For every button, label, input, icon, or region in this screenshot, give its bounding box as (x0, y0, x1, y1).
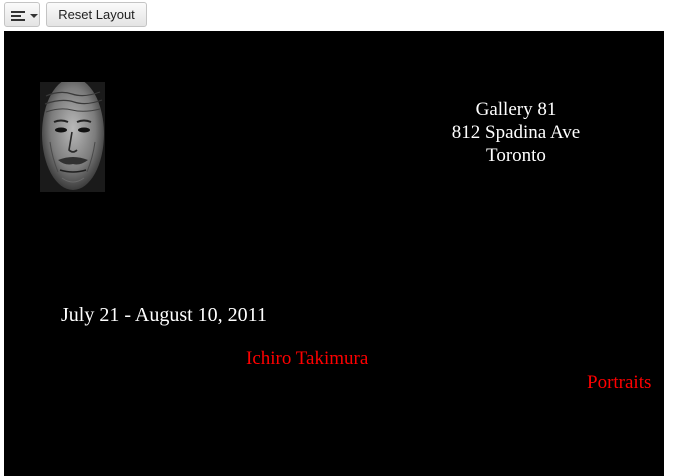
exhibition-dates: July 21 - August 10, 2011 (61, 304, 267, 326)
portrait-photo[interactable] (40, 82, 105, 192)
artist-name: Ichiro Takimura (246, 348, 369, 369)
gallery-address: Gallery 81 812 Spadina Ave Toronto (416, 98, 616, 167)
gallery-city: Toronto (486, 145, 546, 166)
reset-layout-button[interactable]: Reset Layout (46, 2, 147, 27)
gallery-street: 812 Spadina Ave (451, 122, 581, 143)
layout-toolbar: Reset Layout (0, 0, 675, 31)
align-dropdown-button[interactable] (4, 2, 40, 27)
align-left-icon (11, 11, 25, 21)
series-title: Portraits (587, 372, 652, 393)
gallery-name: Gallery 81 (475, 99, 557, 120)
poster-canvas: Gallery 81 812 Spadina Ave Toronto July … (4, 31, 664, 476)
chevron-down-icon (30, 14, 38, 18)
